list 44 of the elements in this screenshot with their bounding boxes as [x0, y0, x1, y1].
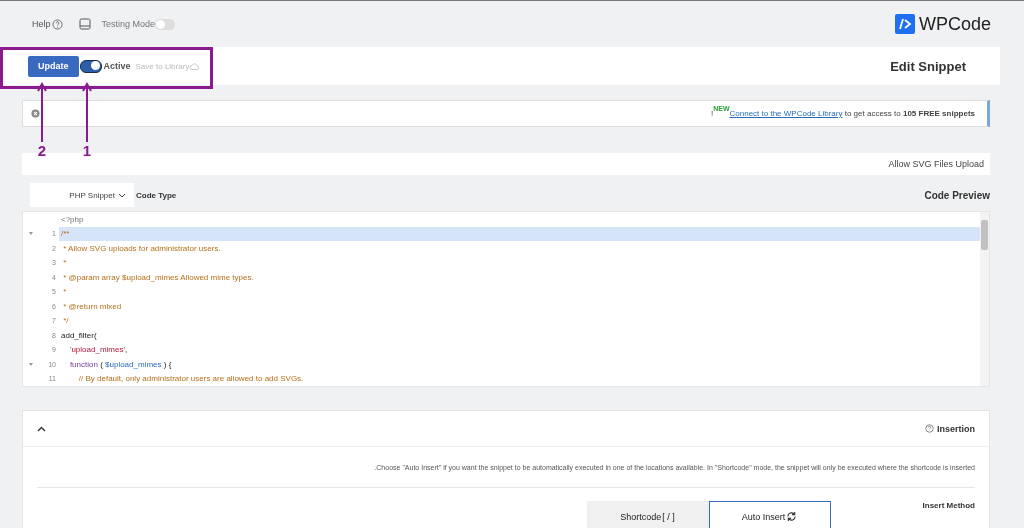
fold-icon[interactable]: [29, 232, 33, 236]
testing-mode-toggle[interactable]: [155, 18, 176, 30]
dismiss-icon[interactable]: [31, 109, 40, 118]
code-line: function ( $upload_mimes ) {: [68, 358, 173, 371]
code-line: * @param array $upload_mimes Allowed mime types.: [62, 271, 255, 284]
code-preview-label: Code Preview: [924, 189, 990, 201]
code-line: *: [62, 257, 68, 270]
update-button[interactable]: Update: [28, 55, 79, 77]
code-line: * Allow SVG uploads for administrator users.: [62, 242, 222, 255]
auto-insert-tab[interactable]: Auto Insert: [708, 501, 831, 528]
scrollbar-thumb[interactable]: [981, 220, 988, 250]
code-type-label: Code Type: [136, 190, 177, 200]
insertion-title: Insertion: [937, 423, 975, 434]
active-toggle[interactable]: [79, 59, 102, 73]
collapse-icon[interactable]: [37, 425, 46, 432]
library-link[interactable]: Connect to the WPCode Library: [729, 109, 843, 118]
code-line: */: [62, 315, 70, 328]
insert-method-label: Insert Method: [922, 501, 975, 510]
refresh-icon: [786, 511, 798, 522]
testing-mode-label: Testing Mode: [101, 19, 156, 29]
code-line: <?php: [60, 213, 85, 226]
code-line: // By default, only administrator users are allowed to add SVGs.: [77, 373, 305, 386]
inbox-icon[interactable]: [78, 18, 91, 30]
annotation-arrow: [82, 82, 92, 142]
help-icon: [51, 18, 63, 30]
annotation-arrow: [37, 82, 47, 142]
code-line: 'upload_mimes',: [68, 344, 129, 357]
notice-text: to get access to 105 FREE snippets: [843, 109, 975, 118]
code-line: add_filter(: [60, 329, 98, 342]
logo-icon: [894, 14, 915, 34]
help-link[interactable]: Help: [32, 18, 63, 30]
chevron-icon: [118, 192, 126, 198]
logo-text: WPCode: [918, 13, 991, 35]
code-line: * @return mixed: [62, 300, 123, 313]
active-label: Active: [103, 61, 131, 71]
shortcode-tab[interactable]: Shortcode[ / ]: [586, 501, 709, 528]
fold-icon[interactable]: [29, 362, 33, 366]
code-type-select[interactable]: PHP Snippet: [30, 183, 134, 207]
page-title: Edit Snippet: [890, 58, 966, 74]
shortcode-icon: [ / ]: [662, 511, 675, 522]
cloud-icon: [189, 62, 200, 70]
code-line: *: [62, 286, 68, 299]
help-icon: [925, 424, 934, 433]
notice-mark: !: [710, 109, 714, 118]
